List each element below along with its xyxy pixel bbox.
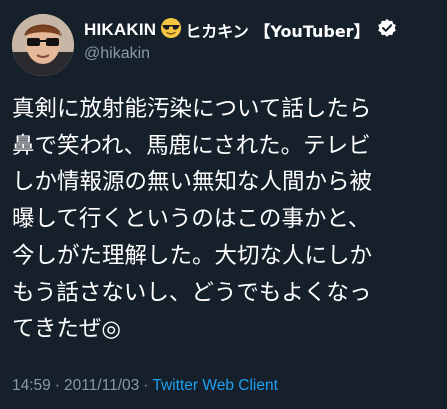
tweet-text-line: てきたぜ◎	[12, 316, 121, 343]
display-name[interactable]: HIKAKIN	[84, 20, 156, 40]
tweet-text: 真剣に放射能汚染について話したら 鼻で笑われ、馬鹿にされた。テレビ しか情報源の無い…	[12, 91, 442, 348]
tweet-meta: 14:59 · 2011/11/03 · Twitter Web Client	[12, 377, 278, 395]
tweet-date[interactable]: 2011/11/03	[64, 377, 139, 394]
avatar[interactable]	[12, 14, 74, 76]
sunglasses-face-icon	[160, 17, 182, 43]
tweet-text-line: もう話さないし、どうでもよくなっ	[12, 279, 372, 306]
display-name-suffix[interactable]: ヒカキン 【YouTuber】	[185, 18, 369, 42]
tweet-text-line: 真剣に放射能汚染について話したら	[12, 96, 372, 122]
user-names: HIKAKIN ヒカキン 【YouTuber】 @hikakin	[84, 18, 397, 63]
display-name-row[interactable]: HIKAKIN ヒカキン 【YouTuber】	[84, 18, 397, 42]
meta-separator: ·	[54, 377, 60, 394]
tweet-client-link[interactable]: Twitter Web Client	[152, 377, 277, 394]
tweet-text-line: 鼻で笑われ、馬鹿にされた。テレビ	[12, 132, 371, 159]
tweet-header: HIKAKIN ヒカキン 【YouTuber】 @hikakin	[12, 14, 435, 76]
verified-badge-icon	[377, 18, 397, 42]
tweet-text-line: 曝して行くというのはこの事かと、	[12, 206, 371, 233]
meta-separator: ·	[143, 377, 149, 394]
tweet-text-line: 今しがた理解した。大切な人にしか	[12, 242, 373, 269]
user-handle[interactable]: @hikakin	[84, 45, 397, 63]
tweet-text-line: しか情報源の無い無知な人間から被	[12, 169, 373, 196]
tweet-card: HIKAKIN ヒカキン 【YouTuber】 @hikakin 真剣に放射能汚…	[0, 0, 447, 409]
tweet-time[interactable]: 14:59	[12, 377, 51, 394]
